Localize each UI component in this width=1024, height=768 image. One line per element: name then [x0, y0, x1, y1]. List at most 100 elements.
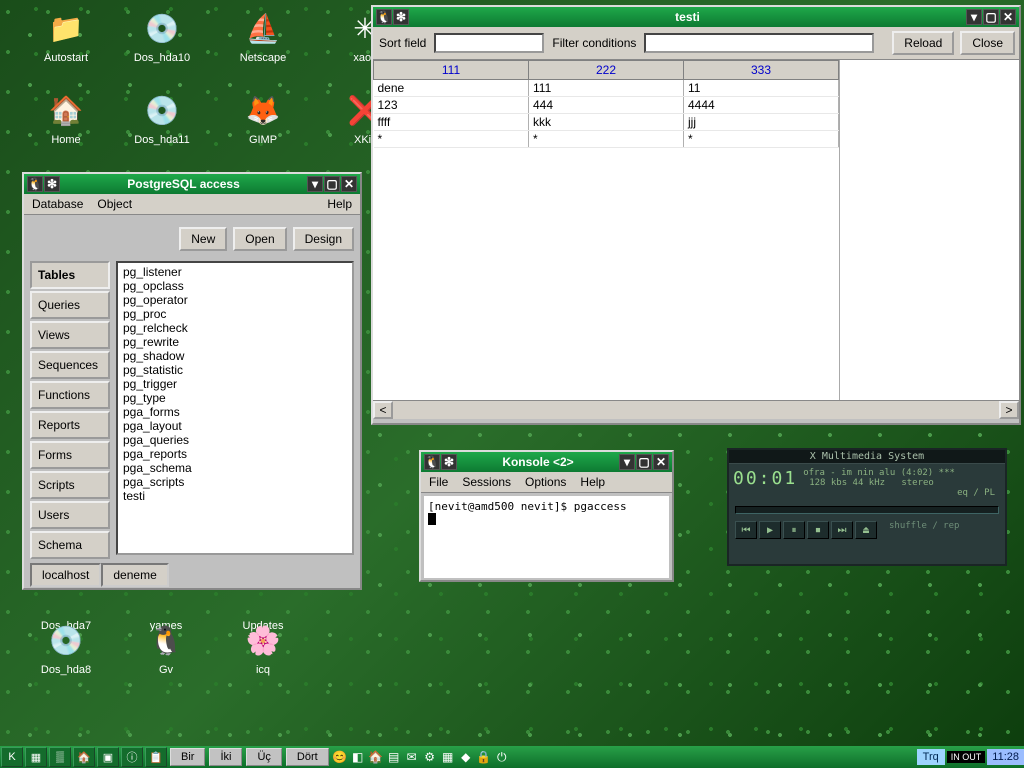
desktop-pager-üç[interactable]: Üç — [246, 748, 281, 766]
open-button[interactable]: Open — [233, 227, 286, 251]
eject-button[interactable]: ⏏ — [855, 521, 877, 539]
list-item[interactable]: pg_shadow — [120, 349, 350, 363]
list-item[interactable]: pg_listener — [120, 265, 350, 279]
tray-misc-icon[interactable]: ◆ — [458, 749, 474, 765]
list-item[interactable]: testi — [120, 489, 350, 503]
tray-tool-icon[interactable]: ⚙ — [422, 749, 438, 765]
minimize-icon[interactable]: ▾ — [619, 454, 635, 470]
tab-scripts[interactable]: Scripts — [30, 471, 110, 499]
close-icon[interactable]: ✕ — [1000, 9, 1016, 25]
maximize-icon[interactable]: ▢ — [324, 176, 340, 192]
tray-smile-icon[interactable]: 😊 — [332, 749, 348, 765]
desktop-icon-icq[interactable]: 🌸icq — [218, 620, 308, 676]
menu-sessions[interactable]: Sessions — [462, 475, 511, 489]
menu-file[interactable]: File — [429, 475, 448, 489]
maximize-icon[interactable]: ▢ — [636, 454, 652, 470]
desktop-icon-autostart[interactable]: 📁Autostart — [21, 8, 111, 64]
list-item[interactable]: pga_layout — [120, 419, 350, 433]
tray-app-icon[interactable]: ◧ — [350, 749, 366, 765]
xmms-player[interactable]: X Multimedia System 00:01 ofra - im nin … — [727, 448, 1007, 566]
tray-lock-icon[interactable]: 🔒 — [476, 749, 492, 765]
desktop-icon-netscape[interactable]: ⛵Netscape — [218, 8, 308, 64]
shuffle-repeat[interactable]: shuffle / rep — [883, 518, 959, 542]
object-list[interactable]: pg_listenerpg_opclasspg_operatorpg_procp… — [116, 261, 354, 555]
table-row[interactable]: dene11111 — [374, 80, 839, 97]
tab-queries[interactable]: Queries — [30, 291, 110, 319]
scroll-track[interactable] — [393, 401, 999, 419]
home-icon[interactable]: 🏠 — [73, 747, 95, 767]
maximize-icon[interactable]: ▢ — [983, 9, 999, 25]
desktop-pager-bir[interactable]: Bir — [170, 748, 205, 766]
wm-sticky-icon[interactable]: 🐧 — [27, 176, 43, 192]
close-icon[interactable]: ✕ — [341, 176, 357, 192]
play-button[interactable]: ▶ — [759, 521, 781, 539]
close-icon[interactable]: ✕ — [653, 454, 669, 470]
desktop-pager-i̇ki[interactable]: İki — [209, 748, 242, 766]
table-cell[interactable]: 111 — [529, 80, 684, 97]
terminal-icon[interactable]: ▣ — [97, 747, 119, 767]
tab-users[interactable]: Users — [30, 501, 110, 529]
wm-menu-icon[interactable]: ❇ — [44, 176, 60, 192]
table-cell[interactable]: ffff — [374, 114, 529, 131]
table-cell[interactable]: 444 — [529, 97, 684, 114]
list-item[interactable]: pg_rewrite — [120, 335, 350, 349]
minimize-icon[interactable]: ▾ — [966, 9, 982, 25]
clipboard-icon[interactable]: 📋 — [145, 747, 167, 767]
pause-button[interactable]: ⏸ — [783, 521, 805, 539]
pgaccess-titlebar[interactable]: 🐧 ❇ PostgreSQL access ▾ ▢ ✕ — [24, 174, 360, 194]
table-cell[interactable]: 123 — [374, 97, 529, 114]
list-item[interactable]: pg_proc — [120, 307, 350, 321]
table-row[interactable]: 1234444444 — [374, 97, 839, 114]
wm-menu-icon[interactable]: ❇ — [393, 9, 409, 25]
desktop-pager-dört[interactable]: Dört — [286, 748, 329, 766]
tab-schema[interactable]: Schema — [30, 531, 110, 559]
keyboard-layout[interactable]: Trq — [917, 749, 945, 765]
kmenu-button[interactable]: K — [1, 747, 23, 767]
wm-menu-icon[interactable]: ❇ — [441, 454, 457, 470]
close-button[interactable]: Close — [960, 31, 1015, 55]
tray-exit-icon[interactable]: ⏻ — [494, 749, 510, 765]
xmms-title[interactable]: X Multimedia System — [729, 450, 1005, 464]
menu-object[interactable]: Object — [97, 197, 132, 211]
list-item[interactable]: pg_operator — [120, 293, 350, 307]
window-list-icon[interactable]: ▦ — [25, 747, 47, 767]
scroll-right-icon[interactable]: > — [999, 401, 1019, 419]
tray-house-icon[interactable]: 🏠 — [368, 749, 384, 765]
table-cell[interactable]: 11 — [684, 80, 839, 97]
column-header[interactable]: 333 — [684, 61, 839, 80]
prev-button[interactable]: ⏮ — [735, 521, 757, 539]
list-item[interactable]: pga_forms — [120, 405, 350, 419]
scroll-left-icon[interactable]: < — [373, 401, 393, 419]
desktop-switcher-icon[interactable]: ▒ — [49, 747, 71, 767]
tray-flag-icon[interactable]: ▦ — [440, 749, 456, 765]
column-header[interactable]: 111 — [374, 61, 529, 80]
desktop-icon-home[interactable]: 🏠Home — [21, 90, 111, 146]
desktop-icon-dos_hda8[interactable]: 💿Dos_hda8 — [21, 620, 111, 676]
filter-input[interactable] — [644, 33, 874, 53]
hscrollbar[interactable]: < > — [373, 400, 1019, 419]
net-monitor[interactable]: IN OUT — [947, 751, 986, 763]
list-item[interactable]: pga_schema — [120, 461, 350, 475]
table-cell[interactable]: 4444 — [684, 97, 839, 114]
list-item[interactable]: pga_scripts — [120, 475, 350, 489]
tab-tables[interactable]: Tables — [30, 261, 110, 289]
terminal[interactable]: [nevit@amd500 nevit]$ pgaccess — [424, 496, 669, 578]
column-header[interactable]: 222 — [529, 61, 684, 80]
table-cell[interactable]: * — [374, 131, 529, 148]
list-item[interactable]: pg_relcheck — [120, 321, 350, 335]
eq-pl[interactable]: eq / PL — [957, 488, 995, 498]
menu-help[interactable]: Help — [327, 197, 352, 211]
menu-options[interactable]: Options — [525, 475, 566, 489]
table-cell[interactable]: * — [529, 131, 684, 148]
testi-titlebar[interactable]: 🐧 ❇ testi ▾ ▢ ✕ — [373, 7, 1019, 27]
tab-sequences[interactable]: Sequences — [30, 351, 110, 379]
desktop-icon-dos_hda11[interactable]: 💿Dos_hda11 — [117, 90, 207, 146]
table-cell[interactable]: kkk — [529, 114, 684, 131]
list-item[interactable]: pg_type — [120, 391, 350, 405]
table-cell[interactable]: dene — [374, 80, 529, 97]
tray-doc-icon[interactable]: ▤ — [386, 749, 402, 765]
tab-reports[interactable]: Reports — [30, 411, 110, 439]
list-item[interactable]: pga_queries — [120, 433, 350, 447]
info-icon[interactable]: ⓘ — [121, 747, 143, 767]
desktop-icon-gimp[interactable]: 🦊GIMP — [218, 90, 308, 146]
